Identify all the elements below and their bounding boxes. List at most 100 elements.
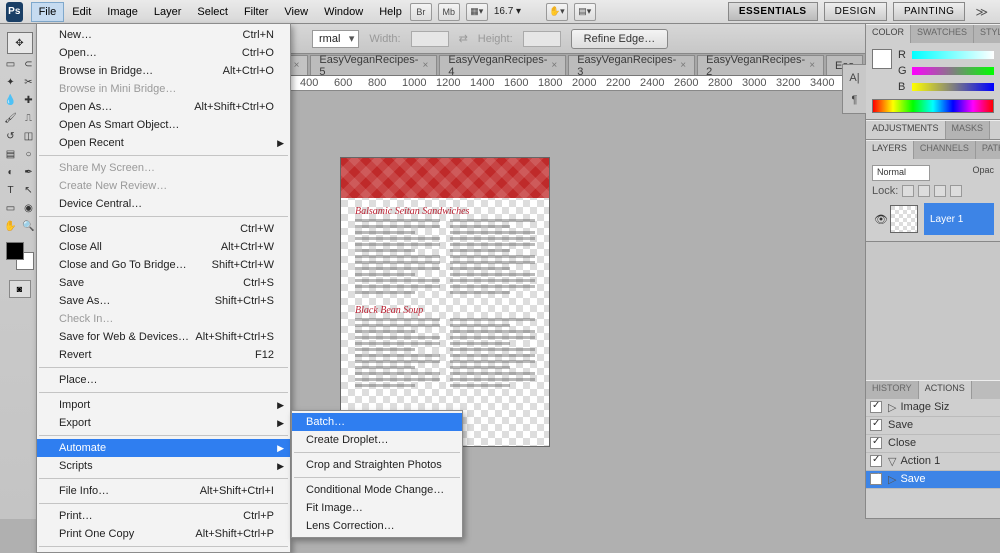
- spectrum-bar[interactable]: [872, 99, 994, 113]
- menu-item[interactable]: File Info…Alt+Shift+Ctrl+I: [37, 482, 290, 500]
- zoom-level[interactable]: 16.7 ▾: [494, 6, 540, 17]
- menu-item[interactable]: New…Ctrl+N: [37, 26, 290, 44]
- menu-item[interactable]: RevertF12: [37, 346, 290, 364]
- lasso-tool[interactable]: ⊂: [21, 56, 37, 72]
- shape-tool[interactable]: ▭: [3, 200, 19, 216]
- document-tab[interactable]: EasyVeganRecipes-2×: [697, 55, 824, 75]
- menu-item[interactable]: Import▶: [37, 396, 290, 414]
- g-slider[interactable]: [912, 67, 994, 75]
- close-icon[interactable]: ×: [422, 60, 428, 71]
- character-icon[interactable]: A|: [845, 69, 864, 87]
- submenu-item[interactable]: Crop and Straighten Photos: [292, 456, 462, 474]
- menu-file[interactable]: File: [31, 2, 65, 22]
- layer-name[interactable]: Layer 1: [924, 203, 994, 235]
- workspace-painting[interactable]: PAINTING: [893, 2, 965, 21]
- submenu-item[interactable]: Conditional Mode Change…: [292, 481, 462, 499]
- menu-item[interactable]: Place…: [37, 371, 290, 389]
- eyedropper-tool[interactable]: 💧: [3, 92, 19, 108]
- zoom-tool[interactable]: 🔍: [21, 218, 37, 234]
- menu-item[interactable]: Scripts▶: [37, 457, 290, 475]
- menu-help[interactable]: Help: [371, 2, 410, 22]
- brush-tool[interactable]: 🖌: [3, 110, 19, 126]
- minibridge-icon[interactable]: Mb: [438, 3, 460, 21]
- checkbox-icon[interactable]: [870, 455, 882, 467]
- path-tool[interactable]: ↖: [21, 182, 37, 198]
- foreground-color-swatch[interactable]: [6, 242, 24, 260]
- tab-styles[interactable]: STYL: [974, 25, 1000, 43]
- workspace-essentials[interactable]: ESSENTIALS: [728, 2, 818, 21]
- menu-item[interactable]: SaveCtrl+S: [37, 274, 290, 292]
- tab-channels[interactable]: CHANNELS: [914, 141, 976, 159]
- checkbox-icon[interactable]: [870, 419, 882, 431]
- menu-item[interactable]: Close and Go To Bridge…Shift+Ctrl+W: [37, 256, 290, 274]
- lock-pixels-icon[interactable]: [918, 185, 930, 197]
- document-tab[interactable]: EasyVeganRecipes-4×: [439, 55, 566, 75]
- action-row[interactable]: Save: [866, 417, 1000, 435]
- hand-tool[interactable]: ✋: [3, 218, 19, 234]
- tab-paths[interactable]: PATH: [976, 141, 1000, 159]
- close-icon[interactable]: ×: [809, 60, 815, 71]
- gradient-tool[interactable]: ▤: [3, 146, 19, 162]
- tab-actions[interactable]: ACTIONS: [919, 381, 972, 399]
- quickmask-button[interactable]: ◙: [9, 280, 31, 298]
- menu-filter[interactable]: Filter: [236, 2, 276, 22]
- submenu-item[interactable]: Batch…: [292, 413, 462, 431]
- tab-swatches[interactable]: SWATCHES: [911, 25, 974, 43]
- document-tab[interactable]: EasyVeganRecipes-5×: [310, 55, 437, 75]
- menu-item[interactable]: Export▶: [37, 414, 290, 432]
- lock-position-icon[interactable]: [934, 185, 946, 197]
- bridge-icon[interactable]: Br: [410, 3, 432, 21]
- menu-item[interactable]: Open…Ctrl+O: [37, 44, 290, 62]
- viewextras-icon[interactable]: ▦▾: [466, 3, 488, 21]
- wand-tool[interactable]: ✦: [3, 74, 19, 90]
- menu-window[interactable]: Window: [316, 2, 371, 22]
- lock-trans-icon[interactable]: [902, 185, 914, 197]
- heal-tool[interactable]: ✚: [21, 92, 37, 108]
- close-icon[interactable]: ×: [294, 60, 300, 71]
- layer-thumbnail[interactable]: [890, 205, 918, 233]
- submenu-item[interactable]: Create Droplet…: [292, 431, 462, 449]
- history-brush-tool[interactable]: ↺: [3, 128, 19, 144]
- menu-item[interactable]: Save As…Shift+Ctrl+S: [37, 292, 290, 310]
- menu-item[interactable]: Automate▶: [37, 439, 290, 457]
- arrange-icon[interactable]: ▤▾: [574, 3, 596, 21]
- workspace-design[interactable]: DESIGN: [824, 2, 887, 21]
- 3d-tool[interactable]: ◉: [21, 200, 37, 216]
- blur-tool[interactable]: ○: [21, 146, 37, 162]
- menu-item[interactable]: Open Recent▶: [37, 134, 290, 152]
- width-field[interactable]: [411, 31, 449, 47]
- eraser-tool[interactable]: ◫: [21, 128, 37, 144]
- menu-item[interactable]: Save for Web & Devices…Alt+Shift+Ctrl+S: [37, 328, 290, 346]
- submenu-item[interactable]: Lens Correction…: [292, 517, 462, 535]
- blendmode-select[interactable]: Normal: [872, 165, 930, 181]
- mode-select[interactable]: rmal: [312, 30, 359, 48]
- workspace-more-icon[interactable]: ≫: [971, 5, 992, 19]
- marquee-tool[interactable]: ▭: [3, 56, 19, 72]
- swap-icon[interactable]: ⇄: [459, 32, 468, 45]
- document-tab[interactable]: EasyVeganRecipes-3×: [568, 55, 695, 75]
- color-swatch[interactable]: [872, 49, 892, 69]
- tab-masks[interactable]: MASKS: [946, 121, 991, 139]
- menu-image[interactable]: Image: [99, 2, 146, 22]
- color-swatches[interactable]: [6, 242, 34, 270]
- menu-item[interactable]: Print…Ctrl+P: [37, 507, 290, 525]
- menu-item[interactable]: CloseCtrl+W: [37, 220, 290, 238]
- tab-color[interactable]: COLOR: [866, 25, 911, 43]
- tab-history[interactable]: HISTORY: [866, 381, 919, 399]
- pen-tool[interactable]: ✒: [21, 164, 37, 180]
- action-row[interactable]: ▽Action 1: [866, 453, 1000, 471]
- close-icon[interactable]: ×: [680, 60, 686, 71]
- menu-select[interactable]: Select: [189, 2, 236, 22]
- menu-item[interactable]: Close AllAlt+Ctrl+W: [37, 238, 290, 256]
- menu-layer[interactable]: Layer: [146, 2, 190, 22]
- triangle-down-icon[interactable]: ▽: [888, 455, 896, 468]
- close-icon[interactable]: ×: [551, 60, 557, 71]
- action-row[interactable]: Close: [866, 435, 1000, 453]
- move-tool[interactable]: ✥: [7, 32, 33, 54]
- height-field[interactable]: [523, 31, 561, 47]
- tab-adjustments[interactable]: ADJUSTMENTS: [866, 121, 946, 139]
- menu-edit[interactable]: Edit: [64, 2, 99, 22]
- b-slider[interactable]: [912, 83, 994, 91]
- r-slider[interactable]: [912, 51, 994, 59]
- menu-item[interactable]: Open As…Alt+Shift+Ctrl+O: [37, 98, 290, 116]
